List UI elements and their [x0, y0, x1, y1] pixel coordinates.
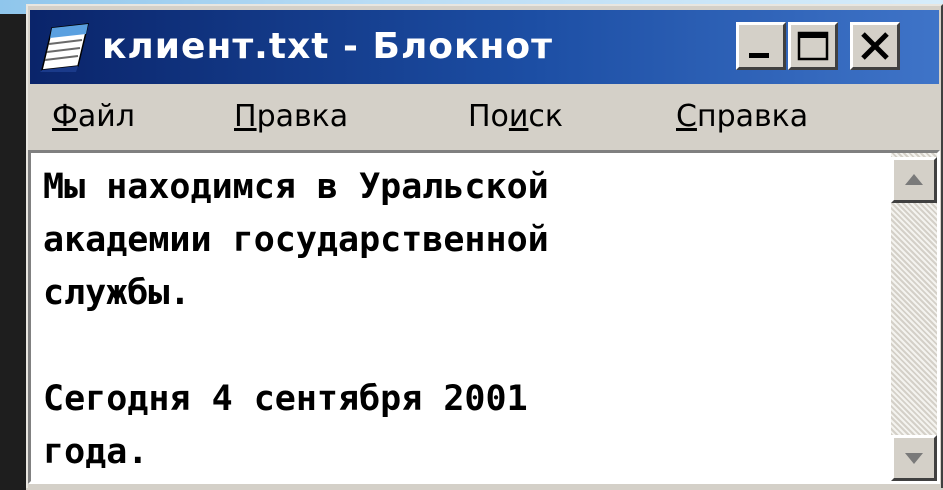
document-line: Сегодня 4 сентября 2001	[43, 379, 528, 419]
menu-edit-label-post: равка	[256, 99, 349, 134]
maximize-icon	[797, 31, 829, 61]
text-editor-area[interactable]: Мы находимся в Уральской академии государ…	[28, 150, 940, 484]
menu-file-label-post: айл	[77, 99, 135, 134]
arrow-up-icon	[905, 174, 923, 185]
menu-edit-accelerator: П	[234, 99, 257, 134]
menu-bar: Файл Правка Поиск Справка	[30, 90, 939, 144]
menu-help[interactable]: Справка	[676, 96, 808, 138]
vertical-scrollbar[interactable]	[891, 153, 937, 481]
document-line: службы.	[43, 273, 191, 313]
menu-file-accelerator: Ф	[52, 99, 78, 134]
document-line: года.	[43, 432, 149, 472]
desktop-background-left	[0, 14, 26, 490]
minimize-icon	[749, 53, 769, 58]
document-line: академии государственной	[43, 220, 549, 260]
maximize-button[interactable]	[788, 22, 838, 70]
window-title: клиент.txt - Блокнот	[102, 26, 553, 67]
close-button[interactable]	[850, 22, 900, 70]
title-bar[interactable]: клиент.txt - Блокнот	[30, 10, 939, 84]
minimize-button[interactable]	[736, 22, 786, 70]
menu-edit[interactable]: Правка	[234, 96, 348, 138]
menu-help-label-post: правка	[696, 99, 809, 134]
notepad-window: клиент.txt - Блокнот Файл Правка Поиск С…	[26, 4, 943, 488]
document-line: ​	[43, 320, 883, 373]
menu-search-label-post: ск	[528, 99, 564, 134]
document-text[interactable]: Мы находимся в Уральской академии государ…	[43, 161, 883, 479]
close-icon	[861, 32, 889, 60]
arrow-down-icon	[905, 453, 923, 464]
menu-file[interactable]: Файл	[52, 96, 135, 138]
scroll-down-button[interactable]	[891, 435, 937, 481]
menu-search-accelerator: и	[508, 99, 529, 134]
notepad-icon[interactable]	[38, 22, 92, 72]
menu-search-label-pre: По	[468, 99, 509, 134]
menu-help-accelerator: С	[676, 99, 697, 134]
document-line: Мы находимся в Уральской	[43, 167, 549, 207]
scroll-up-button[interactable]	[891, 157, 937, 203]
menu-search[interactable]: Поиск	[468, 96, 563, 138]
